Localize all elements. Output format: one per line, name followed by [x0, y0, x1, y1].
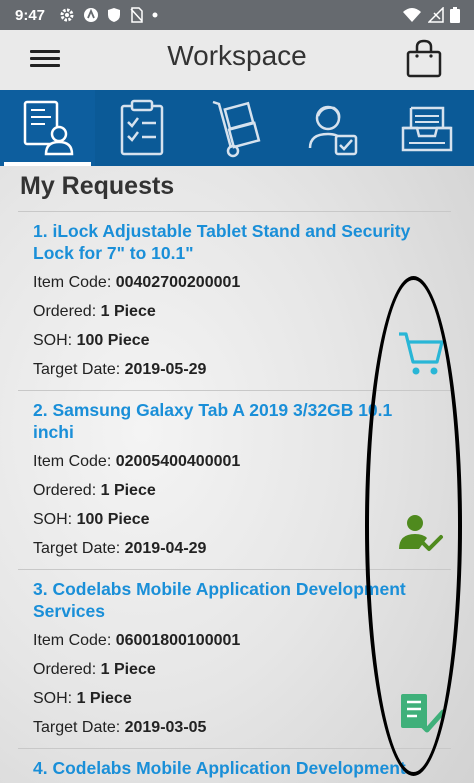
ordered-row: Ordered: 1 Piece [33, 661, 156, 678]
section-title: My Requests [20, 172, 175, 200]
soh-value: 1 Piece [76, 690, 132, 707]
item-code-value: 06001800100001 [115, 632, 241, 649]
soh-value: 100 Piece [76, 332, 150, 349]
target-date-row: Target Date: 2019-05-29 [33, 361, 207, 378]
clipboard-checklist-icon [120, 99, 164, 156]
shield-icon [108, 8, 121, 22]
document-check-icon[interactable] [397, 690, 445, 738]
shopping-cart-icon[interactable] [397, 330, 445, 378]
no-sim-icon [130, 7, 143, 23]
ordered-value: 1 Piece [100, 661, 156, 678]
item-code-row: Item Code: 06001800100001 [33, 632, 241, 649]
app-icon [84, 8, 99, 22]
soh-row: SOH: 100 Piece [33, 511, 150, 528]
item-code-value: 02005400400001 [115, 453, 241, 470]
item-code-row: Item Code: 00402700200001 [33, 274, 241, 291]
item-code-row: Item Code: 02005400400001 [33, 453, 241, 470]
request-card[interactable]: 3. Codelabs Mobile Application Developme… [18, 570, 451, 748]
shopping-bag-icon[interactable] [405, 38, 443, 78]
request-title[interactable]: 3. Codelabs Mobile Application Developme… [33, 578, 423, 622]
inbox-tray-icon [401, 106, 452, 152]
soh-row: SOH: 1 Piece [33, 690, 132, 707]
request-title[interactable]: 1. iLock Adjustable Tablet Stand and Sec… [33, 220, 423, 264]
ordered-value: 1 Piece [100, 303, 156, 320]
no-signal-icon [428, 7, 444, 23]
ordered-row: Ordered: 1 Piece [33, 303, 156, 320]
gear-icon [60, 8, 74, 22]
request-card[interactable]: 2. Samsung Galaxy Tab A 2019 3/32GB 10.1… [18, 391, 451, 569]
ordered-row: Ordered: 1 Piece [33, 482, 156, 499]
target-date-row: Target Date: 2019-03-05 [33, 719, 207, 736]
request-card[interactable]: 1. iLock Adjustable Tablet Stand and Sec… [18, 212, 451, 390]
app-bar: Workspace [0, 30, 474, 90]
hand-truck-icon [212, 100, 261, 158]
page-title: Workspace [167, 40, 307, 71]
user-approve-icon [308, 105, 358, 156]
item-code-value: 00402700200001 [115, 274, 241, 291]
tab-my-requests[interactable] [0, 90, 95, 166]
target-date-row: Target Date: 2019-04-29 [33, 540, 207, 557]
tab-checklist[interactable] [95, 90, 190, 166]
tab-approvals[interactable] [284, 90, 379, 166]
wifi-icon [403, 8, 421, 22]
tab-inbox[interactable] [379, 90, 474, 166]
request-title[interactable]: 2. Samsung Galaxy Tab A 2019 3/32GB 10.1… [33, 399, 423, 443]
target-date-value: 2019-05-29 [124, 361, 207, 378]
target-date-value: 2019-03-05 [124, 719, 207, 736]
target-date-value: 2019-04-29 [124, 540, 207, 557]
ordered-value: 1 Piece [100, 482, 156, 499]
tab-delivery[interactable] [190, 90, 285, 166]
status-bar: 9:47 [0, 0, 474, 30]
user-check-icon[interactable] [397, 511, 445, 559]
soh-value: 100 Piece [76, 511, 150, 528]
soh-row: SOH: 100 Piece [33, 332, 150, 349]
request-title[interactable]: 4. Codelabs Mobile Application Developme… [33, 757, 423, 779]
battery-icon [450, 7, 460, 23]
tab-bar [0, 90, 474, 166]
document-user-icon [24, 100, 74, 156]
dot-icon [152, 12, 158, 18]
request-card[interactable]: 4. Codelabs Mobile Application Developme… [18, 749, 451, 783]
status-time: 9:47 [15, 6, 46, 24]
